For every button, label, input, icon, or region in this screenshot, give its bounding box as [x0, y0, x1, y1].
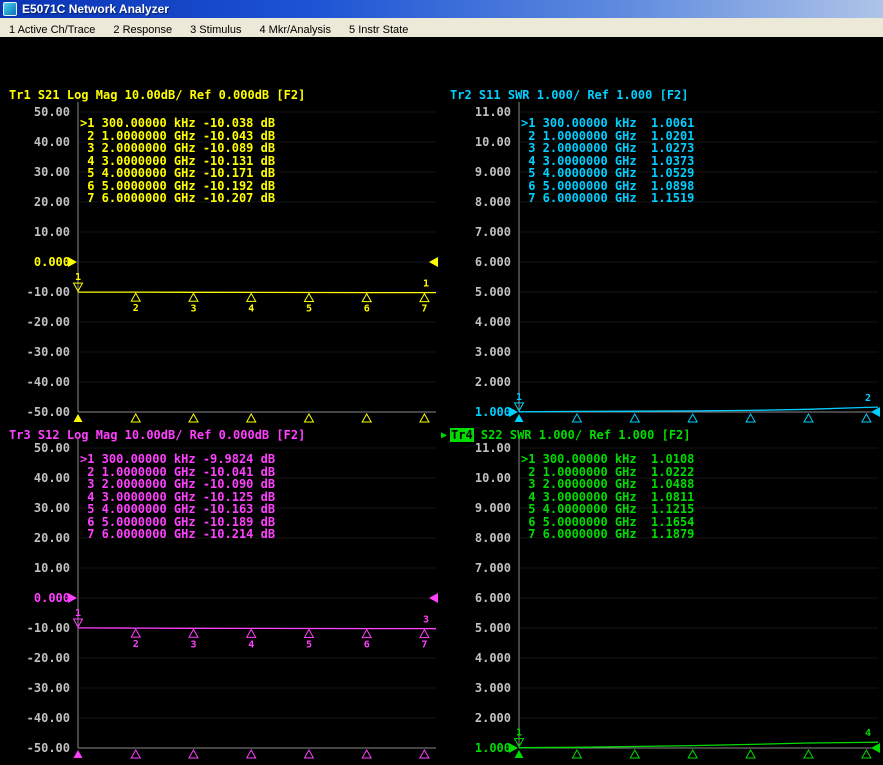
screen-label: [F2]	[276, 88, 306, 102]
marker-table: >1 300.00000 kHz 1.0061 2 1.0000000 GHz …	[521, 117, 694, 205]
title-bar: E5071C Network Analyzer	[0, 0, 883, 18]
svg-text:5: 5	[306, 304, 312, 315]
svg-text:7: 7	[421, 640, 427, 651]
marker-row: 7 6.0000000 GHz -10.214 dB	[80, 527, 276, 541]
menu-instr-state[interactable]: 5 Instr State	[340, 21, 417, 36]
ref-level-label: Ref 0.000dB	[189, 428, 270, 442]
trace-label[interactable]: Tr2	[450, 88, 472, 102]
screen-label: [F2]	[661, 428, 691, 442]
screen-label: [F2]	[659, 88, 689, 102]
marker-row: 3 2.0000000 GHz 1.0488	[521, 477, 695, 491]
svg-text:1: 1	[516, 728, 522, 739]
svg-text:4: 4	[865, 728, 871, 739]
marker-table: >1 300.00000 kHz 1.0108 2 1.0000000 GHz …	[521, 453, 694, 541]
svg-text:1: 1	[516, 392, 522, 403]
svg-text:1: 1	[75, 608, 81, 619]
marker-row: 7 6.0000000 GHz -10.207 dB	[80, 191, 276, 205]
ref-level-label: Ref 1.000	[589, 428, 655, 442]
marker-table: >1 300.00000 kHz -9.9824 dB 2 1.0000000 …	[80, 453, 275, 541]
svg-text:2: 2	[865, 393, 871, 404]
menu-active-ch-trace[interactable]: 1 Active Ch/Trace	[0, 21, 104, 36]
marker-row: >1 300.00000 kHz 1.0061	[521, 116, 695, 130]
svg-text:2: 2	[133, 303, 139, 314]
trace-header: ▶Tr3 S12 Log Mag 10.00dB/ Ref 0.000dB [F…	[9, 428, 305, 442]
svg-text:2: 2	[133, 639, 139, 650]
svg-text:4: 4	[248, 303, 254, 314]
marker-row: 3 2.0000000 GHz -10.089 dB	[80, 141, 276, 155]
ref-level-label: Ref 1.000	[587, 88, 653, 102]
svg-text:7: 7	[421, 304, 427, 315]
menu-stimulus[interactable]: 3 Stimulus	[181, 21, 250, 36]
active-trace-arrow-icon: ▶	[441, 430, 448, 441]
svg-text:6: 6	[364, 304, 370, 315]
marker-row: 7 6.0000000 GHz 1.1519	[521, 191, 695, 205]
marker-row: 7 6.0000000 GHz 1.1879	[521, 527, 695, 541]
sparam-label: S12	[37, 428, 60, 442]
menu-mkr-analysis[interactable]: 4 Mkr/Analysis	[250, 21, 340, 36]
marker-table: >1 300.00000 kHz -10.038 dB 2 1.0000000 …	[80, 117, 275, 205]
trace-label[interactable]: Tr3	[9, 428, 31, 442]
svg-text:6: 6	[364, 640, 370, 651]
trace-header: ▶ Tr4 S22 SWR 1.000/ Ref 1.000 [F2]	[441, 428, 691, 442]
trace-header: ▶Tr1 S21 Log Mag 10.00dB/ Ref 0.000dB [F…	[9, 88, 305, 102]
marker-row: 3 2.0000000 GHz -10.090 dB	[80, 477, 276, 491]
svg-text:3: 3	[190, 303, 196, 314]
ref-level-label: Ref 0.000dB	[189, 88, 270, 102]
sparam-label: S11	[478, 88, 501, 102]
svg-text:1: 1	[423, 279, 429, 290]
marker-row: 5 4.0000000 GHz 1.1215	[521, 502, 695, 516]
app-icon	[3, 2, 17, 16]
marker-row: 5 4.0000000 GHz 1.0529	[521, 166, 695, 180]
trace-label[interactable]: Tr4	[450, 428, 474, 442]
window-title: E5071C Network Analyzer	[22, 2, 169, 16]
menu-bar: 1 Active Ch/Trace 2 Response 3 Stimulus 4 M…	[0, 18, 883, 37]
trace-label[interactable]: Tr1	[9, 88, 31, 102]
format-label: Log Mag 10.00dB/	[66, 88, 183, 102]
svg-text:4: 4	[248, 639, 254, 650]
svg-text:3: 3	[423, 615, 429, 626]
panel-tr1: 50.00 40.00 30.00 20.00 10.00 0.000 -10.00 -20.…	[0, 75, 441, 427]
analyzer-screen: 50.00 40.00 30.00 20.00 10.00 0.000 -10.00 -20.…	[0, 37, 883, 765]
marker-row: 5 4.0000000 GHz -10.163 dB	[80, 502, 276, 516]
panel-tr4: 11.00 10.00 9.000 8.000 7.000 6.000 5.000 4.000…	[441, 427, 883, 765]
marker-row: >1 300.00000 kHz 1.0108	[521, 452, 695, 466]
svg-text:3: 3	[190, 639, 196, 650]
format-label: SWR 1.000/	[509, 428, 583, 442]
svg-text:5: 5	[306, 639, 312, 650]
format-label: Log Mag 10.00dB/	[66, 428, 183, 442]
format-label: SWR 1.000/	[507, 88, 581, 102]
panel-tr3: 50.00 40.00 30.00 20.00 10.00 0.000 -10.00 -20.…	[0, 427, 441, 765]
svg-text:1: 1	[75, 272, 81, 283]
panel-tr2: 11.00 10.00 9.000 8.000 7.000 6.000 5.000 4.000…	[441, 75, 883, 427]
marker-row: 3 2.0000000 GHz 1.0273	[521, 141, 695, 155]
sparam-label: S22	[480, 428, 503, 442]
marker-row: 5 4.0000000 GHz -10.171 dB	[80, 166, 276, 180]
screen-label: [F2]	[276, 428, 306, 442]
menu-response[interactable]: 2 Response	[104, 21, 181, 36]
marker-row: >1 300.00000 kHz -9.9824 dB	[80, 452, 276, 466]
trace-header: ▶Tr2 S11 SWR 1.000/ Ref 1.000 [F2]	[450, 88, 689, 102]
sparam-label: S21	[37, 88, 60, 102]
marker-row: >1 300.00000 kHz -10.038 dB	[80, 116, 276, 130]
